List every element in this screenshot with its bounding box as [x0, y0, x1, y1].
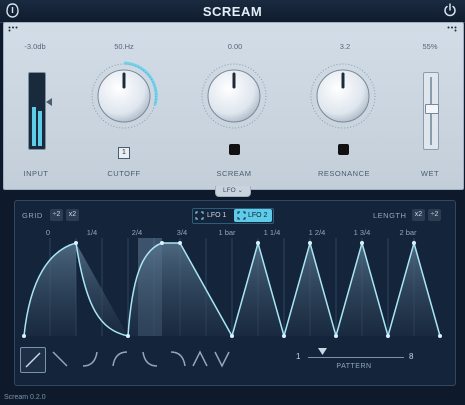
decay-shape-icon[interactable]	[50, 349, 70, 369]
cutoff-knob[interactable]	[88, 60, 160, 132]
chevron-down-icon: ⌄	[237, 187, 243, 194]
v-shape-icon[interactable]	[212, 349, 232, 369]
expand-icon[interactable]	[195, 211, 204, 220]
line-shape-icon	[25, 352, 41, 368]
time-tick-label: 1 3/4	[353, 228, 371, 237]
grid-label: GRID	[22, 211, 43, 220]
resonance-knob[interactable]	[307, 60, 379, 132]
lfo-panel-toggle[interactable]: LFO ⌄	[215, 186, 251, 197]
line-shape-button[interactable]	[20, 347, 46, 373]
length-multiply-button[interactable]: x2	[412, 209, 425, 221]
wet-fader[interactable]	[423, 72, 439, 150]
cutoff-value: 50.Hz	[114, 42, 134, 51]
resonance-value: 3.2	[339, 42, 351, 51]
curve-down-shape-icon[interactable]	[110, 349, 130, 369]
pattern-track[interactable]	[308, 357, 404, 358]
wet-label: WET	[420, 169, 440, 178]
s-curve-shape-icon[interactable]	[140, 349, 160, 369]
app-title: SCREAM	[202, 4, 263, 19]
corner-dots-icon	[8, 26, 18, 32]
input-level-pointer-icon[interactable]	[46, 98, 52, 106]
time-tick-label: 1 1/4	[263, 228, 281, 237]
resonance-toggle[interactable]	[338, 144, 349, 155]
time-tick-label: 3/4	[176, 228, 188, 237]
cutoff-mode-badge[interactable]: 1	[118, 147, 130, 159]
lfo-tab-label: LFO	[223, 187, 236, 194]
length-label: LENGTH	[373, 211, 407, 220]
grid-multiply-button[interactable]: x2	[66, 209, 79, 221]
resonance-label: RESONANCE	[317, 169, 370, 178]
scream-knob[interactable]	[198, 60, 270, 132]
time-tick-label: 2 bar	[399, 228, 417, 237]
curve-up-shape-icon[interactable]	[80, 349, 100, 369]
time-tick-label: 2/4	[131, 228, 143, 237]
input-meter[interactable]	[28, 72, 46, 150]
lfo1-tab[interactable]: LFO 1	[207, 210, 231, 221]
cutoff-label: CUTOFF	[107, 169, 141, 178]
length-divide-button[interactable]: ÷2	[428, 209, 441, 221]
lfo2-tab[interactable]: LFO 2	[234, 209, 272, 222]
pattern-min: 1	[296, 352, 301, 361]
time-tick-label: 1 2/4	[308, 228, 326, 237]
time-tick-label: 1/4	[86, 228, 98, 237]
power-icon[interactable]	[443, 3, 457, 17]
lfo-waveform[interactable]	[20, 238, 448, 338]
time-tick-label: 0	[45, 228, 51, 237]
triangle-shape-icon[interactable]	[190, 349, 210, 369]
pattern-label: PATTERN	[336, 363, 372, 370]
wet-value: 55%	[422, 42, 438, 51]
version-label: Scream 0.2.0	[4, 394, 46, 401]
lfo-editor[interactable]: 0 1/4 2/4 3/4 1 bar 1 1/4 1 2/4 1 3/4 2 bar	[20, 228, 448, 338]
time-tick-label: 1 bar	[218, 228, 236, 237]
lfo2-label: LFO 2	[248, 212, 268, 219]
input-label: INPUT	[23, 169, 49, 178]
expand-icon	[237, 211, 246, 220]
scream-toggle[interactable]	[229, 144, 240, 155]
grid-divide-button[interactable]: ÷2	[50, 209, 63, 221]
scream-label: SCREAM	[216, 169, 252, 178]
corner-dots-icon	[447, 26, 457, 32]
pattern-slider-thumb[interactable]	[318, 348, 327, 355]
scream-value: 0.00	[227, 42, 243, 51]
pattern-max: 8	[409, 352, 414, 361]
reverse-curve-shape-icon[interactable]	[168, 349, 188, 369]
input-value: -3.0db	[24, 42, 46, 51]
